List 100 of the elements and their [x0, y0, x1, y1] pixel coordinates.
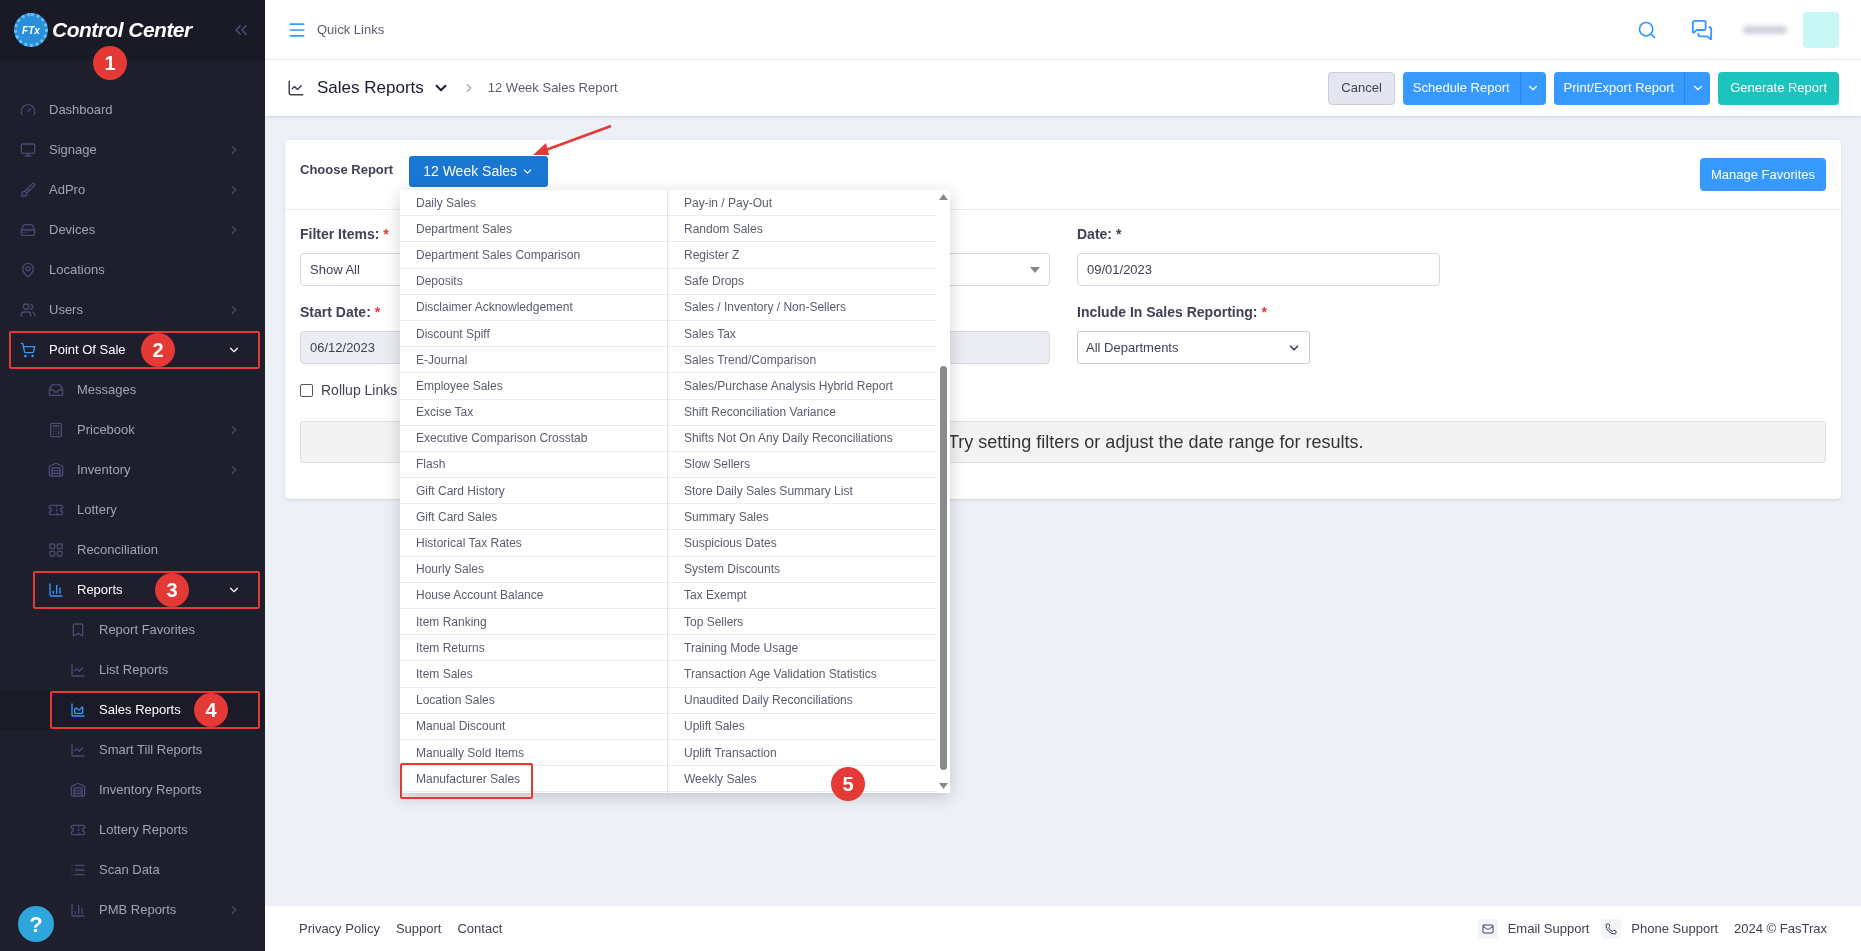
sidebar-item[interactable]: Messages — [0, 370, 265, 410]
quick-links[interactable]: Quick Links — [317, 19, 385, 40]
rollup-label: Rollup Links — [321, 381, 398, 400]
footer-link[interactable]: Support — [395, 918, 442, 939]
report-option[interactable]: Manual Discount — [400, 713, 667, 739]
search-icon[interactable] — [1637, 19, 1657, 40]
sidebar-item[interactable]: Reconciliation — [0, 530, 265, 570]
report-option[interactable]: Random Sales — [668, 216, 936, 242]
dropdown-toggle[interactable] — [1519, 71, 1546, 105]
sidebar-item[interactable]: Inventory — [0, 450, 265, 490]
report-option[interactable]: Gift Card Sales — [400, 504, 667, 530]
sidebar-item[interactable]: Devices — [0, 210, 265, 250]
line-chart-icon — [287, 79, 305, 97]
report-option[interactable]: Item Sales — [400, 661, 667, 687]
report-option[interactable]: Location Sales — [400, 687, 667, 713]
footer-link[interactable]: Contact — [457, 918, 503, 939]
report-option[interactable]: Sales Trend/Comparison — [668, 347, 936, 373]
cancel-button[interactable]: Cancel — [1328, 71, 1395, 105]
report-option[interactable]: Shift Reconciliation Variance — [668, 399, 936, 425]
sidebar-item[interactable]: Inventory Reports — [0, 770, 265, 810]
report-option[interactable]: Summary Sales — [668, 504, 936, 530]
callout-number: 2 — [141, 333, 175, 367]
report-option[interactable]: Disclaimer Acknowledgement — [400, 294, 667, 320]
report-option[interactable]: Store Daily Sales Summary List — [668, 478, 936, 504]
sidebar-item[interactable]: Lottery — [0, 490, 265, 530]
report-option[interactable]: E-Journal — [400, 347, 667, 373]
report-option[interactable]: Department Sales — [400, 216, 667, 242]
report-option[interactable]: Register Z — [668, 242, 936, 268]
sidebar-item[interactable]: AdPro — [0, 170, 265, 210]
report-option[interactable]: Historical Tax Rates — [400, 530, 667, 556]
sidebar-item[interactable]: Dashboard — [0, 90, 265, 130]
breadcrumb: 12 Week Sales Report — [487, 79, 618, 98]
brush-icon — [20, 182, 36, 198]
caret-icon — [1030, 266, 1040, 273]
report-option[interactable]: Shifts Not On Any Daily Reconciliations — [668, 425, 936, 451]
chat-icon[interactable] — [1691, 18, 1713, 41]
sidebar-item[interactable]: Scan Data — [0, 850, 265, 890]
report-option[interactable]: Item Ranking — [400, 609, 667, 635]
report-option[interactable]: Sales/Purchase Analysis Hybrid Report — [668, 373, 936, 399]
sidebar-item[interactable]: Users — [0, 290, 265, 330]
select-field[interactable]: All Departments — [1077, 331, 1310, 364]
report-option[interactable]: Gift Card History — [400, 478, 667, 504]
grid-icon — [48, 542, 64, 558]
calculator-icon — [48, 422, 64, 438]
footer-link[interactable]: Privacy Policy — [299, 918, 380, 939]
report-option[interactable]: Deposits — [400, 268, 667, 294]
sidebar-item[interactable]: Smart Till Reports — [0, 730, 265, 770]
page-title[interactable]: Sales Reports — [317, 75, 424, 101]
report-option[interactable]: Uplift Transaction — [668, 739, 936, 766]
sidebar-item[interactable]: Lottery Reports — [0, 810, 265, 850]
logo-mark: FTx — [14, 13, 48, 47]
report-option[interactable]: Slow Sellers — [668, 451, 936, 478]
phone-icon — [1601, 918, 1622, 939]
report-option[interactable]: Excise Tax — [400, 399, 667, 425]
report-option[interactable]: Department Sales Comparison — [400, 242, 667, 268]
report-option[interactable]: Top Sellers — [668, 609, 936, 635]
report-option[interactable]: Manually Sold Items — [400, 739, 667, 766]
choose-report-label: Choose Report — [300, 160, 394, 179]
drive-icon — [20, 222, 36, 238]
ticket-icon — [48, 502, 64, 518]
field-label: Date: * — [1077, 225, 1122, 244]
scroll-thumb[interactable] — [939, 366, 947, 770]
required-mark: * — [1261, 303, 1267, 322]
required-mark: * — [374, 303, 381, 322]
report-option[interactable]: System Discounts — [668, 556, 936, 582]
inbox-icon — [48, 382, 64, 398]
rollup-checkbox[interactable] — [300, 384, 313, 397]
support-link[interactable]: Phone Support — [1601, 918, 1719, 939]
dropdown-toggle[interactable] — [1684, 71, 1711, 105]
report-option[interactable]: Unaudited Daily Reconciliations — [668, 687, 936, 713]
report-picker-button[interactable]: 12 Week Sales — [409, 156, 549, 187]
date-field[interactable]: 09/01/2023 — [1077, 253, 1440, 286]
sidebar-item[interactable]: List Reports — [0, 650, 265, 690]
support-link[interactable]: Email Support — [1477, 918, 1590, 939]
report-option[interactable]: Safe Drops — [668, 268, 936, 294]
report-option[interactable]: Employee Sales — [400, 373, 667, 399]
report-option[interactable]: Executive Comparison Crosstab — [400, 425, 667, 451]
report-option[interactable]: Hourly Sales — [400, 556, 667, 582]
report-option[interactable]: Flash — [400, 451, 667, 478]
report-option[interactable]: Tax Exempt — [668, 582, 936, 608]
sidebar-item[interactable]: Locations — [0, 250, 265, 290]
line-chart-icon — [70, 662, 86, 678]
sidebar-item[interactable]: Report Favorites — [0, 610, 265, 650]
report-option[interactable]: House Account Balance — [400, 582, 667, 608]
report-option[interactable]: Sales Tax — [668, 320, 936, 347]
report-option[interactable]: Training Mode Usage — [668, 635, 936, 661]
scroll-down-icon — [938, 783, 948, 789]
report-option[interactable]: Item Returns — [400, 635, 667, 661]
sidebar-item[interactable]: Pricebook — [0, 410, 265, 450]
report-option[interactable]: Pay-in / Pay-Out — [668, 190, 936, 216]
report-option[interactable]: Transaction Age Validation Statistics — [668, 661, 936, 687]
report-option[interactable]: Sales / Inventory / Non-Sellers — [668, 294, 936, 320]
report-option[interactable]: Manufacturer Sales — [400, 766, 667, 792]
report-option[interactable]: Discount Spiff — [400, 320, 667, 347]
bar-chart-icon — [70, 902, 86, 918]
sidebar-item[interactable]: Signage — [0, 130, 265, 170]
report-option[interactable]: Uplift Sales — [668, 713, 936, 739]
report-option[interactable]: Suspicious Dates — [668, 530, 936, 556]
report-option[interactable]: Daily Sales — [400, 190, 667, 216]
logo-title: Control Center — [52, 17, 192, 44]
